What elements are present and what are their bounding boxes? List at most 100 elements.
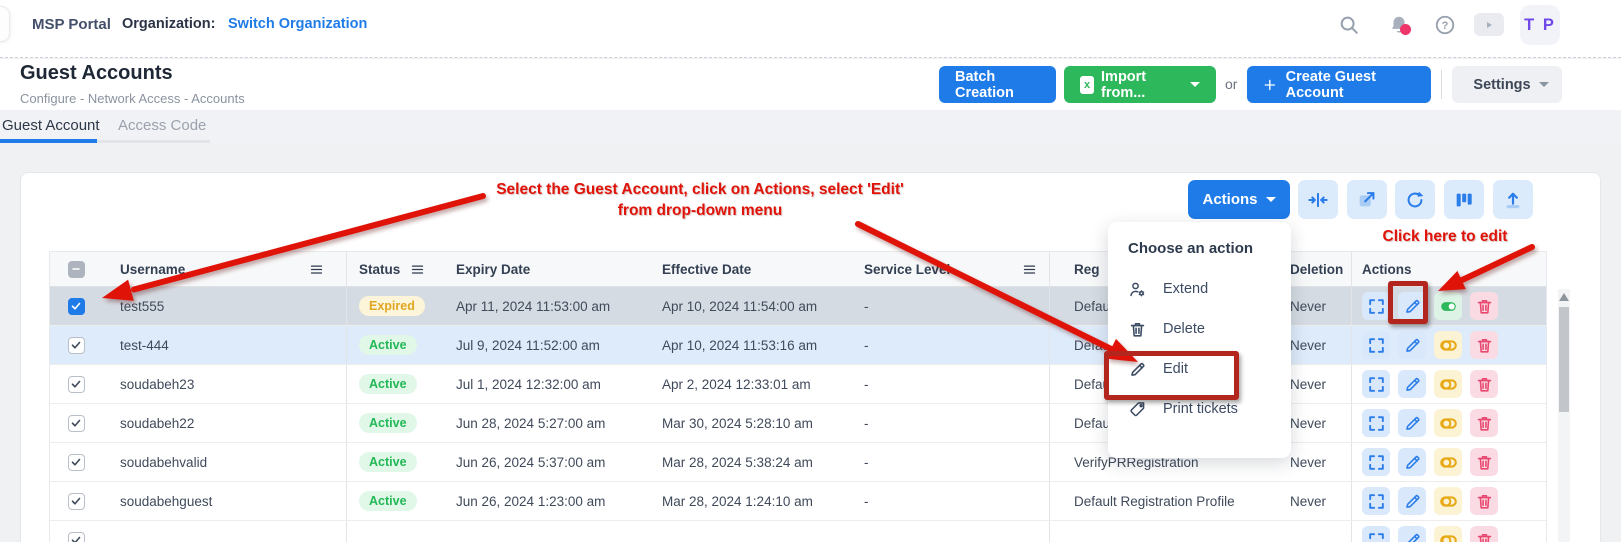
toggle-icon[interactable] bbox=[1434, 448, 1462, 476]
top-bar: MSP Portal Organization: Switch Organiza… bbox=[0, 0, 1621, 58]
column-effective-date[interactable]: Effective Date bbox=[662, 262, 751, 277]
expand-icon[interactable] bbox=[1362, 292, 1390, 320]
help-icon[interactable] bbox=[1434, 14, 1456, 36]
select-all-checkbox[interactable] bbox=[68, 261, 85, 278]
scroll-up-arrow[interactable] bbox=[1559, 293, 1569, 301]
column-registration[interactable]: Reg bbox=[1074, 262, 1100, 277]
expand-icon[interactable] bbox=[1362, 370, 1390, 398]
service-level-cell: - bbox=[864, 377, 869, 392]
tab-guest-account[interactable]: Guest Account bbox=[2, 117, 100, 134]
row-checkbox[interactable] bbox=[68, 376, 85, 393]
table-row[interactable]: soudabehvalid Active Jun 26, 2024 5:37:0… bbox=[50, 443, 1546, 482]
column-service-level[interactable]: Service Level bbox=[864, 262, 950, 277]
row-checkbox[interactable] bbox=[68, 454, 85, 471]
delete-trash-icon[interactable] bbox=[1470, 409, 1498, 437]
delete-trash-icon[interactable] bbox=[1470, 292, 1498, 320]
expand-icon[interactable] bbox=[1362, 448, 1390, 476]
edit-pencil-icon[interactable] bbox=[1398, 331, 1426, 359]
batch-creation-button[interactable]: Batch Creation bbox=[939, 66, 1056, 103]
search-icon[interactable] bbox=[1338, 14, 1360, 36]
menu-item-icon bbox=[1128, 360, 1147, 379]
settings-button[interactable]: Settings bbox=[1452, 66, 1562, 103]
menu-item-extend[interactable]: Extend bbox=[1108, 269, 1291, 309]
toggle-icon[interactable] bbox=[1434, 409, 1462, 437]
table-row[interactable]: soudabeh23 Active Jul 1, 2024 12:32:00 a… bbox=[50, 365, 1546, 404]
refresh-icon[interactable] bbox=[1395, 180, 1435, 219]
expiry-date-cell: Jul 1, 2024 12:32:00 am bbox=[456, 377, 601, 392]
expand-icon[interactable] bbox=[1362, 526, 1390, 542]
expiry-date-cell: Jun 26, 2024 5:37:00 am bbox=[456, 455, 605, 470]
edit-pencil-icon[interactable] bbox=[1398, 292, 1426, 320]
table-row[interactable]: test-444 Active Jul 9, 2024 11:52:00 am … bbox=[50, 326, 1546, 365]
menu-item-edit[interactable]: Edit bbox=[1108, 349, 1291, 389]
edit-pencil-icon[interactable] bbox=[1398, 448, 1426, 476]
menu-item-print-tickets[interactable]: Print tickets bbox=[1108, 389, 1291, 429]
vertical-scrollbar[interactable] bbox=[1558, 289, 1570, 542]
table-row[interactable]: soudabeh22 Active Jun 28, 2024 5:27:00 a… bbox=[50, 404, 1546, 443]
create-guest-account-button[interactable]: Create Guest Account bbox=[1247, 66, 1431, 103]
sidebar-toggle-button[interactable] bbox=[0, 6, 10, 42]
expand-icon[interactable] bbox=[1362, 331, 1390, 359]
row-checkbox[interactable] bbox=[68, 415, 85, 432]
toggle-icon[interactable] bbox=[1434, 526, 1462, 542]
collapse-columns-icon[interactable] bbox=[1298, 180, 1338, 219]
toggle-icon[interactable] bbox=[1434, 331, 1462, 359]
export-icon[interactable] bbox=[1493, 180, 1533, 219]
table-row[interactable]: test555 Expired Apr 11, 2024 11:53:00 am… bbox=[50, 287, 1546, 326]
menu-header: Choose an action bbox=[1108, 234, 1291, 269]
delete-trash-icon[interactable] bbox=[1470, 370, 1498, 398]
breadcrumb: Configure - Network Access - Accounts bbox=[20, 91, 245, 106]
username-cell: soudabehguest bbox=[120, 494, 212, 509]
delete-trash-icon[interactable] bbox=[1470, 448, 1498, 476]
actions-dropdown-button[interactable]: Actions bbox=[1188, 180, 1290, 219]
effective-date-cell: Mar 28, 2024 5:38:24 am bbox=[662, 455, 813, 470]
effective-date-cell: Mar 30, 2024 5:28:10 am bbox=[662, 416, 813, 431]
registration-cell: Default Registration Profile bbox=[1074, 494, 1235, 509]
column-menu-icon[interactable] bbox=[410, 262, 425, 277]
toggle-icon[interactable] bbox=[1434, 487, 1462, 515]
column-expiry-date[interactable]: Expiry Date bbox=[456, 262, 530, 277]
column-deletion[interactable]: Deletion bbox=[1290, 262, 1343, 277]
table-row[interactable] bbox=[50, 521, 1546, 542]
column-menu-icon[interactable] bbox=[309, 262, 324, 277]
delete-trash-icon[interactable] bbox=[1470, 487, 1498, 515]
column-username[interactable]: Username bbox=[120, 262, 185, 277]
toggle-icon[interactable] bbox=[1434, 370, 1462, 398]
expiry-date-cell: Apr 11, 2024 11:53:00 am bbox=[456, 299, 610, 314]
edit-pencil-icon[interactable] bbox=[1398, 409, 1426, 437]
delete-trash-icon[interactable] bbox=[1470, 331, 1498, 359]
edit-pencil-icon[interactable] bbox=[1398, 370, 1426, 398]
expand-icon[interactable] bbox=[1362, 487, 1390, 515]
video-play-icon[interactable] bbox=[1474, 13, 1504, 36]
edit-pencil-icon[interactable] bbox=[1398, 487, 1426, 515]
switch-organization-link[interactable]: Switch Organization bbox=[228, 16, 367, 32]
scrollbar-thumb[interactable] bbox=[1559, 307, 1569, 412]
table-row[interactable]: soudabehguest Active Jun 26, 2024 1:23:0… bbox=[50, 482, 1546, 521]
tab-access-code[interactable]: Access Code bbox=[118, 117, 206, 134]
column-status[interactable]: Status bbox=[359, 262, 400, 277]
column-menu-icon[interactable] bbox=[1022, 262, 1037, 277]
expiry-date-cell: Jul 9, 2024 11:52:00 am bbox=[456, 338, 600, 353]
edit-pencil-icon[interactable] bbox=[1398, 526, 1426, 542]
row-checkbox[interactable] bbox=[68, 337, 85, 354]
row-checkbox[interactable] bbox=[68, 493, 85, 510]
import-from-button[interactable]: x Import from... bbox=[1064, 66, 1216, 103]
user-avatar[interactable]: T P bbox=[1520, 5, 1560, 45]
username-cell: soudabehvalid bbox=[120, 455, 207, 470]
toggle-icon[interactable] bbox=[1434, 292, 1462, 320]
expand-icon[interactable] bbox=[1362, 409, 1390, 437]
row-checkbox[interactable] bbox=[68, 532, 85, 542]
effective-date-cell: Apr 10, 2024 11:53:16 am bbox=[662, 338, 817, 353]
header-divider bbox=[1441, 70, 1442, 99]
delete-trash-icon[interactable] bbox=[1470, 526, 1498, 542]
open-external-icon[interactable] bbox=[1347, 180, 1387, 219]
menu-item-delete[interactable]: Delete bbox=[1108, 309, 1291, 349]
menu-item-icon bbox=[1128, 280, 1147, 299]
page-header: Guest Accounts Configure - Network Acces… bbox=[0, 59, 1621, 110]
deletion-cell: Never bbox=[1290, 377, 1326, 392]
columns-icon[interactable] bbox=[1444, 180, 1484, 219]
notifications-bell-icon[interactable] bbox=[1388, 14, 1410, 36]
row-checkbox[interactable] bbox=[68, 298, 85, 315]
column-actions[interactable]: Actions bbox=[1362, 262, 1412, 277]
status-badge: Active bbox=[359, 491, 417, 511]
